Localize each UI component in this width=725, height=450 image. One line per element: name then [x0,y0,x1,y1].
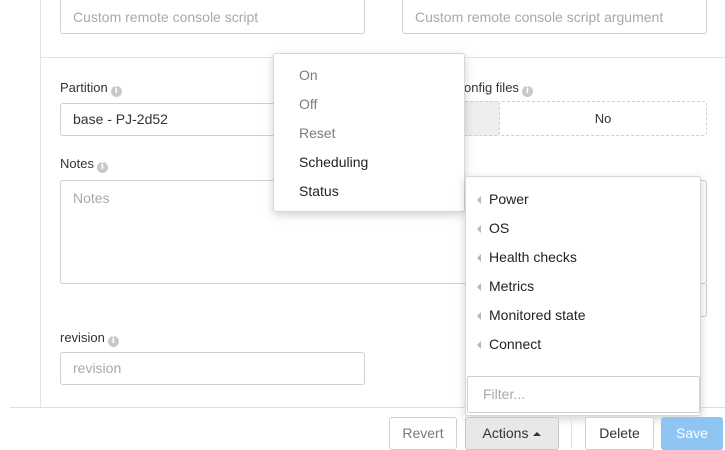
button-separator [571,418,572,448]
triangle-left-icon [477,312,481,320]
info-icon: i [521,86,533,97]
notes-label: Notes i [60,156,108,173]
revision-label: revision i [60,330,119,347]
menu-item-metrics[interactable]: Metrics [477,278,534,294]
actions-menu: Power OS Health checks Metrics Monitored… [465,176,701,416]
menu-item-on[interactable]: On [299,67,318,83]
menu-item-connect[interactable]: Connect [477,336,541,352]
menu-item-reset[interactable]: Reset [299,125,336,141]
partition-label: Partition i [60,80,122,97]
panel-border [40,0,41,408]
partition-select[interactable]: base - PJ-2d52 [60,103,290,136]
info-icon: i [110,86,122,97]
menu-item-off[interactable]: Off [299,96,317,112]
revision-input[interactable]: revision [60,352,365,385]
menu-item-health-checks[interactable]: Health checks [477,249,577,265]
power-submenu: On Off Reset Scheduling Status [273,53,465,212]
triangle-left-icon [477,341,481,349]
config-files-toggle-yes[interactable] [462,101,500,136]
info-icon: i [96,162,108,173]
config-files-toggle-no[interactable]: No [499,101,707,136]
save-button[interactable]: Save [661,417,723,450]
menu-item-scheduling[interactable]: Scheduling [299,154,368,170]
triangle-left-icon [477,225,481,233]
menu-item-power[interactable]: Power [477,191,529,207]
triangle-left-icon [477,254,481,262]
remote-console-args-input[interactable]: Custom remote console script argument [402,0,707,34]
actions-button[interactable]: Actions [465,417,559,450]
remote-console-script-input[interactable]: Custom remote console script [60,0,365,34]
triangle-left-icon [477,196,481,204]
delete-button[interactable]: Delete [585,417,654,450]
menu-item-os[interactable]: OS [477,220,509,236]
menu-item-monitored-state[interactable]: Monitored state [477,307,586,323]
filter-input[interactable]: Filter... [467,376,700,413]
revert-button[interactable]: Revert [389,417,457,450]
config-files-label: onfig files i [464,80,533,97]
triangle-left-icon [477,283,481,291]
info-icon: i [107,336,119,347]
caret-up-icon [533,432,542,436]
menu-item-status[interactable]: Status [299,183,339,199]
